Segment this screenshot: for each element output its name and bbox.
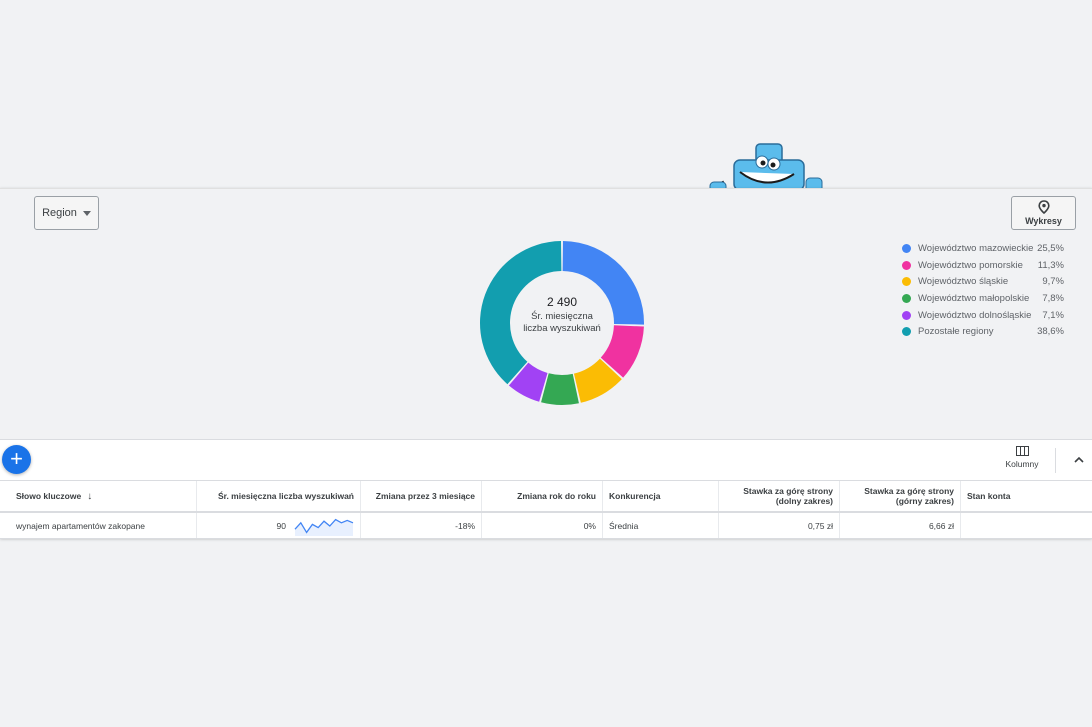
legend-percent: 11,3% [1037,259,1064,271]
header-bid-high-label: Stawka za górę strony (górny zakres) [864,486,954,506]
table-row[interactable]: wynajem apartamentów zakopane 90 -18% 0%… [0,513,1092,539]
legend-item[interactable]: Pozostałe regiony 38,6% [902,323,1064,340]
legend-dot-icon [902,260,911,270]
header-searches[interactable]: Śr. miesięczna liczba wyszukiwań [197,481,361,511]
columns-icon [1015,446,1029,456]
legend-dot-icon [902,243,911,253]
columns-button[interactable]: Kolumny [998,446,1046,469]
legend-label: Pozostałe regiony [918,326,994,338]
donut-slice-3[interactable] [541,373,579,405]
legend-label: Województwo mazowieckie [918,242,1034,254]
header-change-yoy[interactable]: Zmiana rok do roku [482,481,603,511]
legend-percent: 38,6% [1037,326,1064,338]
charts-button-label: Wykresy [1025,216,1062,226]
plus-icon: + [10,446,23,471]
header-change-3m-label: Zmiana przez 3 miesiące [375,491,475,501]
chart-legend: Województwo mazowieckie 25,5% Województwo … [902,240,1064,340]
columns-button-label: Kolumny [1005,459,1039,469]
legend-dot-icon [902,327,911,337]
header-status-label: Stan konta [967,491,1011,501]
legend-percent: 9,7% [1042,276,1064,288]
results-panel: Region Wykresy 2 490 Śr. miesięczna licz… [0,188,1092,539]
legend-item[interactable]: Województwo śląskie 9,7% [902,273,1064,290]
cell-change-yoy: 0% [482,513,603,538]
cell-keyword: wynajem apartamentów zakopane [0,513,197,538]
legend-label: Województwo pomorskie [918,259,1023,271]
header-competition-label: Konkurencja [609,491,661,501]
table-toolbar: + Kolumny [0,439,1092,480]
header-status[interactable]: Stan konta [961,481,1092,511]
cell-bid-low: 0,75 zł [719,513,840,538]
charts-button[interactable]: Wykresy [1011,196,1076,230]
cell-change-3m: -18% [361,513,482,538]
caret-down-icon [82,210,91,216]
toolbar-divider [1055,448,1056,473]
header-bid-high[interactable]: Stawka za górę strony (górny zakres) [840,481,961,511]
donut-center-value: 2 490 [546,295,578,309]
legend-dot-icon [902,310,911,320]
legend-dot-icon [902,293,911,303]
legend-item[interactable]: Województwo mazowieckie 25,5% [902,240,1064,257]
trend-sparkline [294,518,354,536]
table-header: Słowo kluczowe ↓ Śr. miesięczna liczba wy… [0,480,1092,513]
chevron-up-icon[interactable] [1073,454,1085,466]
cell-competition: Średnia [603,513,719,538]
header-change-3m[interactable]: Zmiana przez 3 miesiące [361,481,482,511]
donut-center-label: Śr. miesięczna liczba wyszukiwań [523,311,601,334]
legend-percent: 25,5% [1037,242,1064,254]
add-keyword-button[interactable]: + [2,445,31,474]
cell-status [961,513,1092,538]
header-searches-label: Śr. miesięczna liczba wyszukiwań [217,491,354,501]
legend-percent: 7,1% [1042,309,1064,321]
legend-label: Województwo śląskie [918,276,1009,288]
legend-label: Województwo dolnośląskie [918,309,1032,321]
header-keyword-label: Słowo kluczowe [16,491,82,501]
header-bid-low-label: Stawka za górę strony (dolny zakres) [743,486,833,506]
region-dropdown[interactable]: Region [34,196,99,230]
cell-searches-value: 90 [276,520,286,531]
legend-label: Województwo małopolskie [918,292,1030,304]
header-bid-low[interactable]: Stawka za górę strony (dolny zakres) [719,481,840,511]
map-pin-icon [1037,200,1050,214]
legend-dot-icon [902,277,911,287]
arrow-down-icon: ↓ [87,490,93,502]
region-dropdown-label: Region [42,207,77,219]
legend-item[interactable]: Województwo dolnośląskie 7,1% [902,307,1064,324]
chart-area: Region Wykresy 2 490 Śr. miesięczna licz… [0,189,1092,439]
keyword-table: Słowo kluczowe ↓ Śr. miesięczna liczba wy… [0,480,1092,539]
legend-item[interactable]: Województwo małopolskie 7,8% [902,290,1064,307]
header-keyword[interactable]: Słowo kluczowe ↓ [0,481,197,511]
donut-center: 2 490 Śr. miesięczna liczba wyszukiwań [518,295,606,335]
header-competition[interactable]: Konkurencja [603,481,719,511]
cell-searches: 90 [197,513,361,538]
cell-bid-high: 6,66 zł [840,513,961,538]
legend-item[interactable]: Województwo pomorskie 11,3% [902,257,1064,274]
legend-percent: 7,8% [1042,292,1064,304]
header-change-yoy-label: Zmiana rok do roku [517,491,596,501]
